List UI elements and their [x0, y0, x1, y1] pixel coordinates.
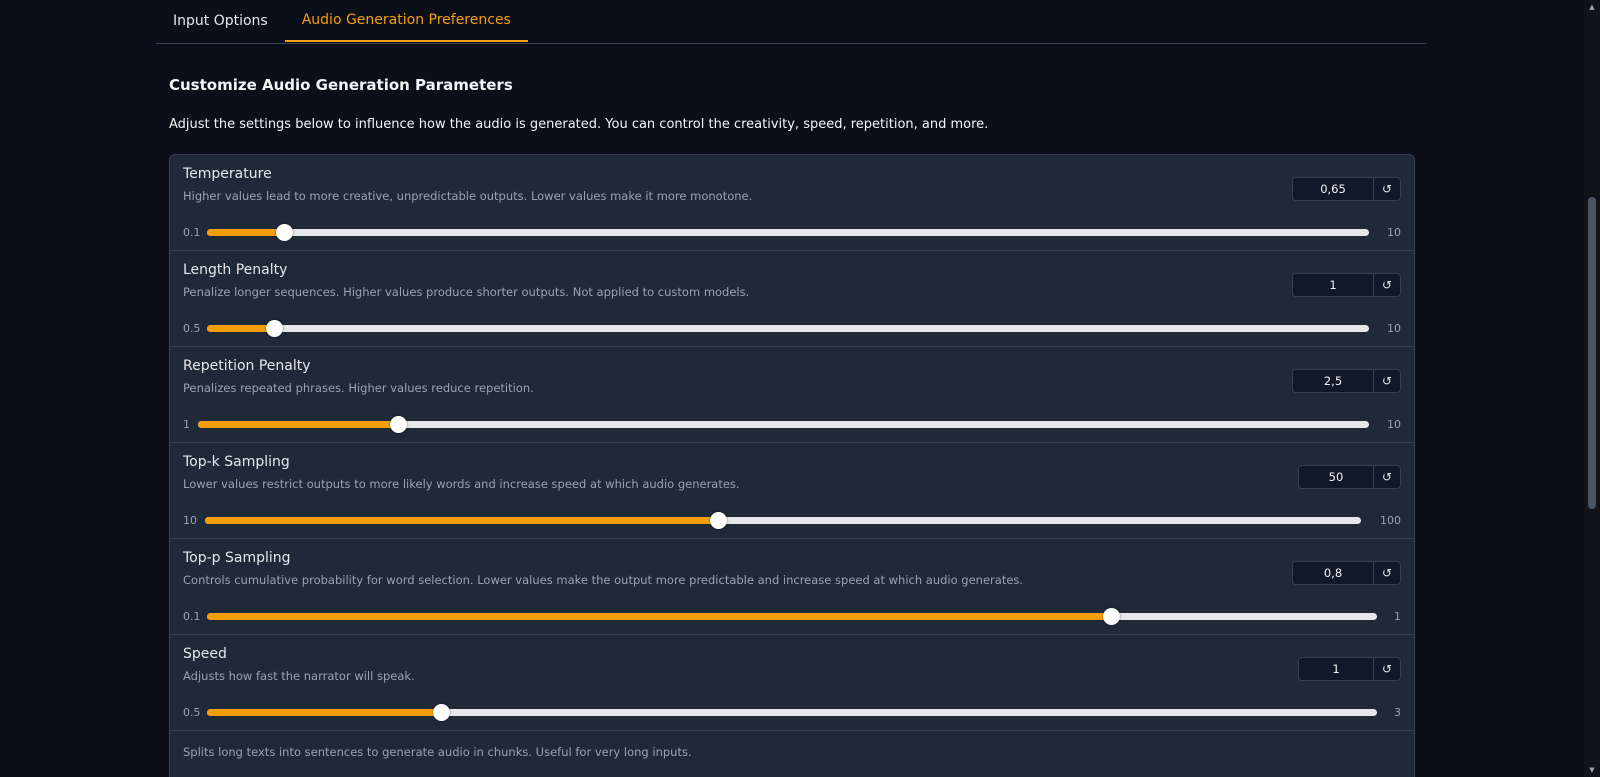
param-top-k-sampling: Top-k Sampling Lower values restrict out…: [170, 443, 1414, 539]
top-k-slider-thumb[interactable]: [710, 512, 728, 529]
top-k-info: Lower values restrict outputs to more li…: [183, 477, 740, 491]
tab-input-options[interactable]: Input Options: [156, 0, 285, 42]
speed-label: Speed: [183, 646, 227, 662]
temperature-max: 10: [1387, 226, 1401, 239]
audio-preferences-page: Input Options Audio Generation Preferenc…: [0, 0, 1600, 777]
top-k-reset-button[interactable]: ↺: [1374, 466, 1400, 488]
reset-icon: ↺: [1381, 470, 1393, 484]
repetition-penalty-min: 1: [183, 418, 190, 431]
top-k-slider-fill: [205, 517, 719, 524]
top-k-min: 10: [183, 514, 197, 527]
speed-max: 3: [1394, 706, 1401, 719]
top-p-number-input[interactable]: [1293, 562, 1374, 584]
speed-min: 0.5: [183, 706, 201, 719]
repetition-penalty-info: Penalizes repeated phrases. Higher value…: [183, 381, 534, 395]
repetition-penalty-slider-thumb[interactable]: [390, 416, 408, 433]
top-k-number-box: ↺: [1298, 465, 1401, 489]
repetition-penalty-slider[interactable]: [198, 416, 1369, 433]
length-penalty-info: Penalize longer sequences. Higher values…: [183, 285, 750, 299]
reset-icon: ↺: [1381, 662, 1393, 676]
length-penalty-label: Length Penalty: [183, 262, 288, 278]
section-description: Adjust the settings below to influence h…: [169, 117, 989, 132]
length-penalty-max: 10: [1387, 322, 1401, 335]
speed-slider-thumb[interactable]: [433, 704, 450, 721]
temperature-slider-thumb[interactable]: [275, 224, 293, 241]
param-repetition-penalty: Repetition Penalty Penalizes repeated ph…: [170, 347, 1414, 443]
chevron-up-icon[interactable]: ▲: [1584, 0, 1600, 14]
reset-icon: ↺: [1381, 278, 1393, 292]
tab-audio-generation-preferences[interactable]: Audio Generation Preferences: [284, 0, 528, 42]
parameters-panel: Temperature Higher values lead to more c…: [169, 154, 1415, 777]
temperature-info: Higher values lead to more creative, unp…: [183, 189, 753, 203]
speed-number-box: ↺: [1298, 657, 1401, 681]
top-p-max: 1: [1394, 610, 1401, 623]
param-length-penalty: Length Penalty Penalize longer sequences…: [170, 251, 1414, 347]
length-penalty-min: 0.5: [183, 322, 201, 335]
tab-bar: Input Options Audio Generation Preferenc…: [156, 0, 1426, 44]
reset-icon: ↺: [1381, 182, 1393, 196]
repetition-penalty-label: Repetition Penalty: [183, 358, 311, 374]
speed-slider[interactable]: [207, 704, 1377, 721]
length-penalty-slider-thumb[interactable]: [266, 320, 284, 337]
param-temperature: Temperature Higher values lead to more c…: [170, 155, 1414, 251]
top-p-min: 0.1: [183, 610, 201, 623]
repetition-penalty-max: 10: [1387, 418, 1401, 431]
length-penalty-number-box: ↺: [1292, 273, 1401, 297]
top-p-slider-thumb[interactable]: [1103, 608, 1121, 625]
temperature-number-input[interactable]: [1293, 178, 1374, 200]
top-k-number-input[interactable]: [1299, 466, 1374, 488]
speed-slider-fill: [207, 709, 441, 716]
length-penalty-slider-fill: [207, 325, 275, 332]
repetition-penalty-number-box: ↺: [1292, 369, 1401, 393]
top-p-info: Controls cumulative probability for word…: [183, 573, 1024, 587]
length-penalty-reset-button[interactable]: ↺: [1374, 274, 1400, 296]
top-p-slider[interactable]: [207, 608, 1377, 625]
reset-icon: ↺: [1381, 566, 1393, 580]
temperature-label: Temperature: [183, 166, 272, 182]
section-title: Customize Audio Generation Parameters: [169, 76, 513, 94]
param-speed: Speed Adjusts how fast the narrator will…: [170, 635, 1414, 731]
chunking-info: Splits long texts into sentences to gene…: [183, 745, 692, 759]
length-penalty-slider[interactable]: [207, 320, 1369, 337]
speed-reset-button[interactable]: ↺: [1374, 658, 1400, 680]
param-top-p-sampling: Top-p Sampling Controls cumulative proba…: [170, 539, 1414, 635]
top-p-number-box: ↺: [1292, 561, 1401, 585]
top-k-label: Top-k Sampling: [183, 454, 290, 470]
length-penalty-number-input[interactable]: [1293, 274, 1374, 296]
temperature-min: 0.1: [183, 226, 201, 239]
repetition-penalty-slider-fill: [198, 421, 399, 428]
speed-info: Adjusts how fast the narrator will speak…: [183, 669, 415, 683]
top-k-slider[interactable]: [205, 512, 1361, 529]
page-scrollbar[interactable]: ▲ ▼: [1584, 0, 1600, 777]
temperature-reset-button[interactable]: ↺: [1374, 178, 1400, 200]
temperature-number-box: ↺: [1292, 177, 1401, 201]
temperature-slider[interactable]: [207, 224, 1369, 241]
chevron-down-icon[interactable]: ▼: [1584, 763, 1600, 777]
top-p-label: Top-p Sampling: [183, 550, 291, 566]
temperature-slider-fill: [207, 229, 284, 236]
top-p-reset-button[interactable]: ↺: [1374, 562, 1400, 584]
repetition-penalty-reset-button[interactable]: ↺: [1374, 370, 1400, 392]
top-k-max: 100: [1380, 514, 1401, 527]
repetition-penalty-number-input[interactable]: [1293, 370, 1374, 392]
top-p-slider-fill: [207, 613, 1112, 620]
scrollbar-thumb[interactable]: [1588, 197, 1596, 509]
speed-number-input[interactable]: [1299, 658, 1374, 680]
reset-icon: ↺: [1381, 374, 1393, 388]
